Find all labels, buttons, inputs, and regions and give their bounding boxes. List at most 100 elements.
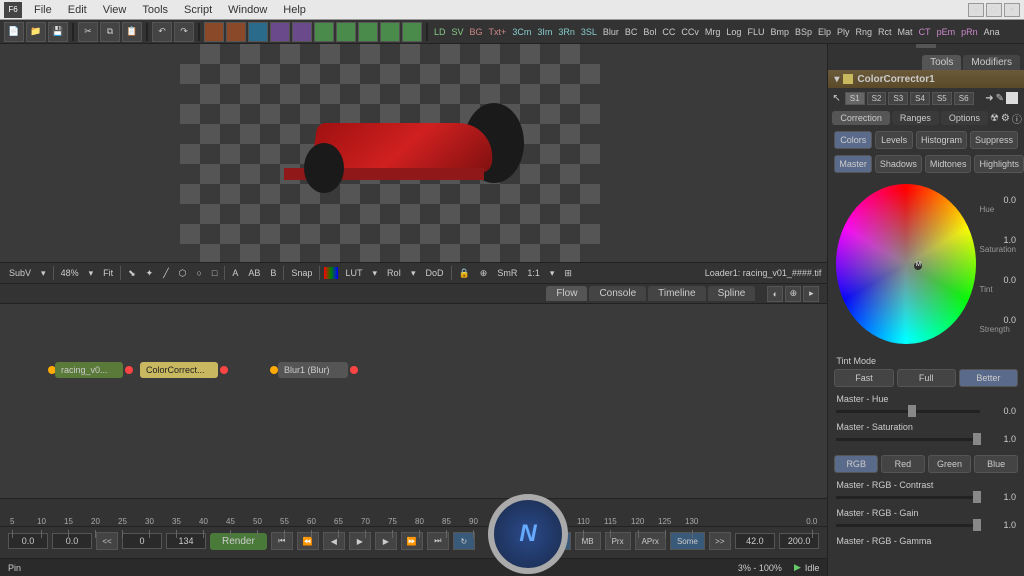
levels-button[interactable]: Levels <box>875 131 913 149</box>
tool-icon[interactable]: ○ <box>193 268 204 278</box>
tool-icon[interactable]: □ <box>209 268 220 278</box>
tool-header[interactable]: ▾ ColorCorrector1 <box>828 70 1024 88</box>
rewind-icon[interactable]: ⏪ <box>297 532 319 550</box>
flow-icon[interactable]: ⊕ <box>785 286 801 302</box>
drag-handle-icon[interactable] <box>916 44 936 48</box>
histogram-button[interactable]: Histogram <box>916 131 967 149</box>
tint-value[interactable]: 0.0 <box>980 275 1016 285</box>
menu-script[interactable]: Script <box>176 2 220 18</box>
tool-ld[interactable]: LD <box>432 27 448 37</box>
text-b-icon[interactable]: B <box>267 268 279 278</box>
close-button[interactable]: × <box>1004 3 1020 17</box>
tool-ct[interactable]: CT <box>917 27 933 37</box>
snap-toggle[interactable]: Snap <box>288 268 315 278</box>
tool-bsp[interactable]: BSp <box>793 27 814 37</box>
range-in-field[interactable]: 0.0 <box>52 533 92 549</box>
tool-rng[interactable]: Rng <box>854 27 875 37</box>
master-button[interactable]: Master <box>834 155 872 173</box>
range-out-field[interactable]: 42.0 <box>735 533 775 549</box>
tool-bc[interactable]: BC <box>623 27 640 37</box>
node-blur[interactable]: Blur1 (Blur) <box>278 362 348 378</box>
tool-icon[interactable] <box>226 22 246 42</box>
shadows-button[interactable]: Shadows <box>875 155 922 173</box>
tool-3cm[interactable]: 3Cm <box>510 27 533 37</box>
tool-3sl[interactable]: 3SL <box>579 27 599 37</box>
red-button[interactable]: Red <box>881 455 925 473</box>
step-fwd-button[interactable]: >> <box>709 532 731 550</box>
tool-bmp[interactable]: Bmp <box>768 27 791 37</box>
new-icon[interactable]: 📄 <box>4 22 24 42</box>
tool-cc[interactable]: CC <box>660 27 677 37</box>
tool-icon[interactable] <box>314 22 334 42</box>
radiation-icon[interactable]: ☢ <box>990 113 999 124</box>
info-icon[interactable]: ⓘ <box>1012 111 1022 126</box>
maximize-button[interactable]: □ <box>986 3 1002 17</box>
menu-help[interactable]: Help <box>275 2 314 18</box>
menu-tools[interactable]: Tools <box>134 2 176 18</box>
gain-slider[interactable] <box>836 524 980 527</box>
step-back-button[interactable]: << <box>96 532 118 550</box>
subtab-ranges[interactable]: Ranges <box>892 111 939 125</box>
prx-button[interactable]: Prx <box>605 532 631 550</box>
menu-window[interactable]: Window <box>220 2 275 18</box>
tool-elp[interactable]: Elp <box>816 27 833 37</box>
suppress-button[interactable]: Suppress <box>970 131 1018 149</box>
tool-ccv[interactable]: CCv <box>679 27 701 37</box>
tool-icon[interactable] <box>204 22 224 42</box>
redo-icon[interactable]: ↷ <box>174 22 194 42</box>
flow-icon[interactable]: ▸ <box>803 286 819 302</box>
tool-ana[interactable]: Ana <box>982 27 1002 37</box>
tool-bol[interactable]: Bol <box>641 27 658 37</box>
hue-slider[interactable] <box>836 410 980 413</box>
tab-console[interactable]: Console <box>589 286 646 301</box>
saturation-slider[interactable] <box>836 438 980 441</box>
text-a-icon[interactable]: A <box>229 268 241 278</box>
contrast-slider[interactable] <box>836 496 980 499</box>
tool-pem[interactable]: pEm <box>935 27 958 37</box>
tool-icon[interactable] <box>248 22 268 42</box>
green-button[interactable]: Green <box>928 455 972 473</box>
tool-prn[interactable]: pRn <box>959 27 980 37</box>
open-icon[interactable]: 📁 <box>26 22 46 42</box>
text-ab-icon[interactable]: AB <box>245 268 263 278</box>
tool-icon[interactable]: ⊕ <box>477 268 491 279</box>
tool-icon[interactable] <box>380 22 400 42</box>
gear-icon[interactable]: ⚙ <box>1001 113 1010 124</box>
highlights-button[interactable]: Highlights <box>974 155 1024 173</box>
paste-icon[interactable]: 📋 <box>122 22 142 42</box>
timeline-ruler[interactable]: 5101520253035404550556065707580859095100… <box>0 499 827 527</box>
tool-log[interactable]: Log <box>724 27 743 37</box>
tab-spline[interactable]: Spline <box>708 286 756 301</box>
tab-modifiers[interactable]: Modifiers <box>963 55 1020 70</box>
tool-flu[interactable]: FLU <box>745 27 766 37</box>
step-back-icon[interactable]: ◀ <box>323 532 345 550</box>
minimize-button[interactable]: – <box>968 3 984 17</box>
tool-sv[interactable]: SV <box>450 27 466 37</box>
state-s5[interactable]: S5 <box>932 92 952 105</box>
midtones-button[interactable]: Midtones <box>925 155 972 173</box>
tint-full-button[interactable]: Full <box>897 369 956 387</box>
tool-icon[interactable]: ⬊ <box>125 268 139 279</box>
tint-better-button[interactable]: Better <box>959 369 1018 387</box>
node-port[interactable] <box>270 366 278 374</box>
node-port[interactable] <box>350 366 358 374</box>
state-s4[interactable]: S4 <box>910 92 930 105</box>
tool-icon[interactable] <box>336 22 356 42</box>
tool-icon[interactable] <box>270 22 290 42</box>
strength-value[interactable]: 0.0 <box>980 315 1016 325</box>
swatch-icon[interactable] <box>1006 92 1018 104</box>
roi-button[interactable]: RoI <box>384 268 404 278</box>
tool-icon[interactable] <box>292 22 312 42</box>
lut-button[interactable]: LUT <box>342 268 365 278</box>
state-s1[interactable]: S1 <box>845 92 865 105</box>
subv-dropdown[interactable]: SubV <box>6 268 34 278</box>
tool-icon[interactable]: ╱ <box>160 268 171 279</box>
colors-button[interactable]: Colors <box>834 131 872 149</box>
tool-icon[interactable] <box>402 22 422 42</box>
viewer-panel[interactable] <box>0 44 827 262</box>
menu-edit[interactable]: Edit <box>60 2 95 18</box>
subtab-correction[interactable]: Correction <box>832 111 890 125</box>
tab-timeline[interactable]: Timeline <box>648 286 705 301</box>
wheel-marker-icon[interactable]: M <box>914 262 922 270</box>
node-port[interactable] <box>220 366 228 374</box>
